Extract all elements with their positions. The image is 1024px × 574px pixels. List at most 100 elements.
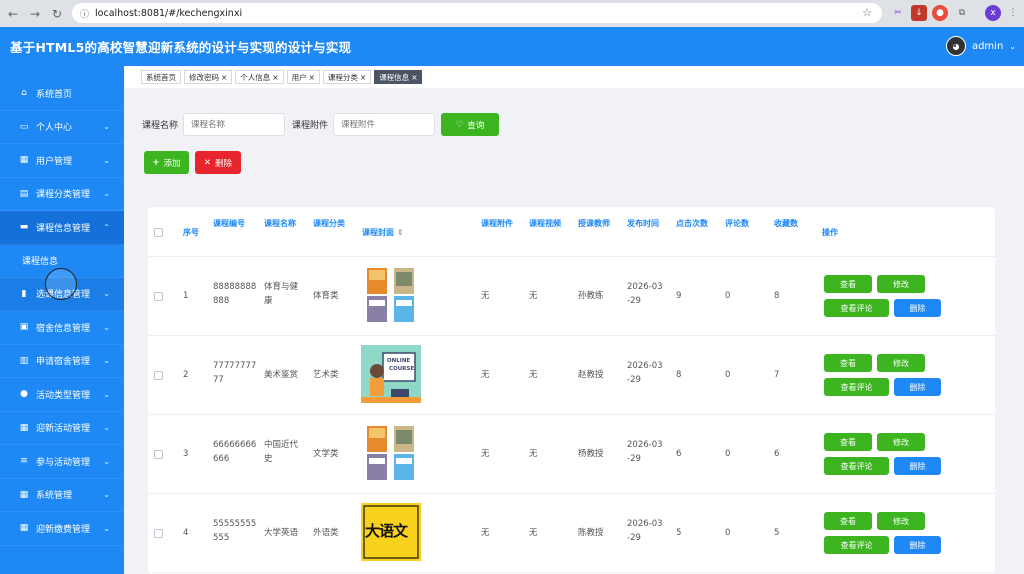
tab-1[interactable]: 修改密码 × [184,70,233,84]
scissors-extension-icon[interactable]: ✂ [890,5,906,21]
select-all-checkbox[interactable] [154,228,163,237]
home-icon: ⌂ [21,88,27,99]
view-button[interactable]: 查看 [824,512,872,530]
cell-clicks: 8 [676,370,682,380]
sidebar-item-7[interactable]: ▣ 宿舍信息管理 ⌄ [0,311,124,345]
address-bar[interactable]: ⓘ localhost:8081/#/kechengxinxi ☆ [72,3,882,23]
edit-button[interactable]: 修改 [877,275,925,293]
sidebar-item-13[interactable]: ▦ 迎新缴费管理 ⌄ [0,512,124,546]
course-attachment-input[interactable] [333,113,436,136]
cell-comments: 0 [725,291,731,301]
tab-0[interactable]: 系统首页 [141,70,181,84]
chevron-down-icon: ⌄ [103,189,110,199]
header-clicks[interactable]: 点击次数 [676,217,708,230]
sidebar-item-4[interactable]: ▬ 课程信息管理 ⌃ [0,211,124,245]
tab-5[interactable]: 课程信息 × [374,70,423,84]
header-cover[interactable]: 课程封面 ⇕ [362,226,404,239]
row-checkbox[interactable] [154,450,163,459]
header-favorites[interactable]: 收藏数 [774,217,798,230]
course-name-input[interactable] [183,113,286,136]
add-button[interactable]: + 添加 [144,151,189,174]
course-cover-image: ONLINE COURSE [361,345,421,403]
cell-category: 外语类 [313,528,339,538]
username[interactable]: admin [972,41,1003,52]
chevron-down-icon[interactable]: ⌄ [1009,42,1016,51]
cover-text-yuwen: 大语文 [365,522,408,540]
row-checkbox[interactable] [154,371,163,380]
header-code[interactable]: 课程编号 [213,217,245,230]
bulk-delete-button[interactable]: ✕ 删除 [195,151,241,174]
tab-label: 个人信息 [240,72,271,82]
back-icon[interactable]: ← [4,5,22,23]
cell-teacher: 杨教授 [578,449,604,459]
chevron-down-icon: ⌄ [103,523,110,533]
tab-close-icon[interactable]: × [309,73,315,82]
header-teacher[interactable]: 授课教师 [578,217,610,230]
view-comments-button[interactable]: 查看评论 [824,457,889,475]
tab-close-icon[interactable]: × [360,73,366,82]
cell-clicks: 6 [676,449,682,459]
sidebar-item-label: 个人中心 [36,123,73,134]
tab-3[interactable]: 用户 × [286,70,320,84]
edit-button[interactable]: 修改 [877,433,925,451]
calendar-check-icon: ▣ [19,322,29,333]
row-checkbox[interactable] [154,292,163,301]
sidebar-item-10[interactable]: ▦ 迎新活动管理 ⌄ [0,412,124,445]
record-extension-icon[interactable]: ● [932,5,948,21]
cell-code-line1: 66666666 [213,440,257,450]
header-comments[interactable]: 评论数 [725,217,749,230]
tab-2[interactable]: 个人信息 × [235,70,284,84]
sidebar-item-2[interactable]: ▦ 用户管理 ⌄ [0,144,124,178]
query-button[interactable]: ♡ 查询 [441,113,500,136]
grid-icon: ▦ [19,489,29,500]
reload-icon[interactable]: ↻ [48,5,66,23]
view-comments-button[interactable]: 查看评论 [824,299,889,317]
row-checkbox[interactable] [154,529,163,538]
tab-close-icon[interactable]: × [221,73,227,82]
cell-code-line2: 77 [213,375,224,385]
sidebar-item-1[interactable]: ▭ 个人中心 ⌄ [0,111,124,144]
delete-button[interactable]: 删除 [894,536,941,554]
sidebar-item-9[interactable]: ● 活动类型管理 ⌄ [0,378,124,412]
tab-4[interactable]: 课程分类 × [322,70,372,84]
sort-icon[interactable]: ⇕ [397,228,404,237]
forward-icon[interactable]: → [26,5,44,23]
browser-menu-icon[interactable]: ⋮ [1005,5,1021,21]
sidebar-item-8[interactable]: ▥ 申请宿舍管理 ⌄ [0,345,124,378]
cell-clicks: 9 [676,291,682,301]
monitor-icon: ▭ [19,121,29,132]
view-button[interactable]: 查看 [824,275,872,293]
edit-button[interactable]: 修改 [877,512,925,530]
header-attachment[interactable]: 课程附件 [481,217,513,230]
sidebar-item-11[interactable]: ≡ 参与活动管理 ⌄ [0,445,124,479]
sidebar-item-3[interactable]: ▤ 课程分类管理 ⌄ [0,178,124,211]
user-menu[interactable]: ◕ admin ⌄ [945,36,1016,56]
delete-button[interactable]: 删除 [894,378,941,396]
download-extension-icon[interactable]: ↓ [911,5,927,21]
cell-code: 88888888 888 [213,280,256,308]
view-comments-button[interactable]: 查看评论 [824,378,889,396]
view-comments-button[interactable]: 查看评论 [824,536,889,554]
delete-button[interactable]: 删除 [894,457,941,475]
edit-button[interactable]: 修改 [877,354,925,372]
tab-close-icon[interactable]: × [272,73,278,82]
view-button[interactable]: 查看 [824,354,872,372]
tab-close-icon[interactable]: × [411,73,417,82]
cell-favorites: 7 [774,370,780,380]
header-video[interactable]: 课程视频 [529,217,561,230]
delete-button[interactable]: 删除 [894,299,941,317]
bookmark-star-icon[interactable]: ☆ [862,6,872,19]
view-button[interactable]: 查看 [824,433,872,451]
extensions-puzzle-icon[interactable]: ⧉ [954,5,970,21]
sidebar-item-0[interactable]: ⌂ 系统首页 [0,77,124,111]
header-publish-time[interactable]: 发布时间 [627,217,659,230]
sidebar-item-label: 迎新活动管理 [36,424,91,435]
avatar[interactable]: ◕ [945,36,966,56]
header-category[interactable]: 课程分类 [313,217,345,230]
profile-avatar-icon[interactable]: x [985,5,1001,21]
sidebar-item-12[interactable]: ▦ 系统管理 ⌄ [0,479,124,512]
tab-label: 修改密码 [189,72,219,82]
header-name[interactable]: 课程名称 [264,217,296,230]
cell-category: 文学类 [313,449,339,459]
site-info-icon[interactable]: ⓘ [80,7,89,20]
